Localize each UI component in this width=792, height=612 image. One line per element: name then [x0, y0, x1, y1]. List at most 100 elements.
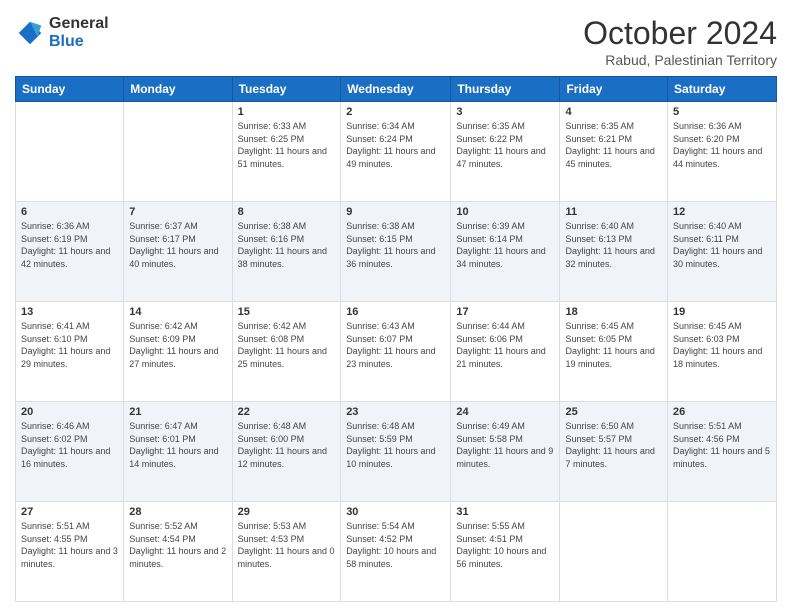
day-cell-w4-d6: 25 Sunrise: 6:50 AMSunset: 5:57 PMDaylig…: [560, 402, 668, 502]
day-cell-w3-d2: 14 Sunrise: 6:42 AMSunset: 6:09 PMDaylig…: [124, 302, 232, 402]
day-number: 18: [565, 306, 662, 318]
day-number: 3: [456, 106, 554, 118]
day-cell-w2-d2: 7 Sunrise: 6:37 AMSunset: 6:17 PMDayligh…: [124, 202, 232, 302]
day-info: Sunrise: 5:52 AMSunset: 4:54 PMDaylight:…: [129, 520, 226, 570]
day-number: 24: [456, 406, 554, 418]
logo-text: General Blue: [49, 15, 109, 50]
day-info: Sunrise: 6:48 AMSunset: 6:00 PMDaylight:…: [238, 420, 336, 470]
logo-blue-text: Blue: [49, 33, 109, 51]
day-info: Sunrise: 6:36 AMSunset: 6:20 PMDaylight:…: [673, 120, 771, 170]
day-number: 19: [673, 306, 771, 318]
day-cell-w3-d6: 18 Sunrise: 6:45 AMSunset: 6:05 PMDaylig…: [560, 302, 668, 402]
header-thursday: Thursday: [451, 77, 560, 102]
day-cell-w1-d4: 2 Sunrise: 6:34 AMSunset: 6:24 PMDayligh…: [341, 102, 451, 202]
day-cell-w1-d2: [124, 102, 232, 202]
day-cell-w4-d3: 22 Sunrise: 6:48 AMSunset: 6:00 PMDaylig…: [232, 402, 341, 502]
day-number: 16: [346, 306, 445, 318]
day-info: Sunrise: 6:35 AMSunset: 6:21 PMDaylight:…: [565, 120, 662, 170]
day-info: Sunrise: 6:34 AMSunset: 6:24 PMDaylight:…: [346, 120, 445, 170]
day-info: Sunrise: 5:54 AMSunset: 4:52 PMDaylight:…: [346, 520, 445, 570]
day-info: Sunrise: 6:36 AMSunset: 6:19 PMDaylight:…: [21, 220, 118, 270]
day-number: 7: [129, 206, 226, 218]
location: Rabud, Palestinian Territory: [583, 52, 777, 68]
day-info: Sunrise: 6:43 AMSunset: 6:07 PMDaylight:…: [346, 320, 445, 370]
day-info: Sunrise: 6:42 AMSunset: 6:09 PMDaylight:…: [129, 320, 226, 370]
day-number: 17: [456, 306, 554, 318]
week-row-5: 27 Sunrise: 5:51 AMSunset: 4:55 PMDaylig…: [16, 502, 777, 602]
day-info: Sunrise: 6:38 AMSunset: 6:15 PMDaylight:…: [346, 220, 445, 270]
day-cell-w2-d6: 11 Sunrise: 6:40 AMSunset: 6:13 PMDaylig…: [560, 202, 668, 302]
day-number: 22: [238, 406, 336, 418]
day-cell-w2-d3: 8 Sunrise: 6:38 AMSunset: 6:16 PMDayligh…: [232, 202, 341, 302]
day-info: Sunrise: 6:45 AMSunset: 6:05 PMDaylight:…: [565, 320, 662, 370]
day-cell-w3-d7: 19 Sunrise: 6:45 AMSunset: 6:03 PMDaylig…: [668, 302, 777, 402]
day-number: 25: [565, 406, 662, 418]
day-cell-w5-d5: 31 Sunrise: 5:55 AMSunset: 4:51 PMDaylig…: [451, 502, 560, 602]
logo: General Blue: [15, 15, 109, 50]
day-cell-w5-d7: [668, 502, 777, 602]
week-row-3: 13 Sunrise: 6:41 AMSunset: 6:10 PMDaylig…: [16, 302, 777, 402]
day-info: Sunrise: 6:48 AMSunset: 5:59 PMDaylight:…: [346, 420, 445, 470]
day-info: Sunrise: 5:53 AMSunset: 4:53 PMDaylight:…: [238, 520, 336, 570]
day-info: Sunrise: 6:40 AMSunset: 6:13 PMDaylight:…: [565, 220, 662, 270]
day-number: 14: [129, 306, 226, 318]
day-info: Sunrise: 6:50 AMSunset: 5:57 PMDaylight:…: [565, 420, 662, 470]
day-number: 31: [456, 506, 554, 518]
day-cell-w2-d4: 9 Sunrise: 6:38 AMSunset: 6:15 PMDayligh…: [341, 202, 451, 302]
week-row-2: 6 Sunrise: 6:36 AMSunset: 6:19 PMDayligh…: [16, 202, 777, 302]
day-cell-w2-d5: 10 Sunrise: 6:39 AMSunset: 6:14 PMDaylig…: [451, 202, 560, 302]
day-info: Sunrise: 5:51 AMSunset: 4:56 PMDaylight:…: [673, 420, 771, 470]
day-number: 15: [238, 306, 336, 318]
day-info: Sunrise: 6:40 AMSunset: 6:11 PMDaylight:…: [673, 220, 771, 270]
logo-general-text: General: [49, 15, 109, 33]
day-info: Sunrise: 6:49 AMSunset: 5:58 PMDaylight:…: [456, 420, 554, 470]
day-number: 20: [21, 406, 118, 418]
header-monday: Monday: [124, 77, 232, 102]
day-number: 21: [129, 406, 226, 418]
header-friday: Friday: [560, 77, 668, 102]
header-sunday: Sunday: [16, 77, 124, 102]
title-section: October 2024 Rabud, Palestinian Territor…: [583, 15, 777, 68]
day-cell-w2-d7: 12 Sunrise: 6:40 AMSunset: 6:11 PMDaylig…: [668, 202, 777, 302]
day-info: Sunrise: 6:41 AMSunset: 6:10 PMDaylight:…: [21, 320, 118, 370]
day-cell-w5-d6: [560, 502, 668, 602]
day-cell-w3-d4: 16 Sunrise: 6:43 AMSunset: 6:07 PMDaylig…: [341, 302, 451, 402]
day-cell-w4-d4: 23 Sunrise: 6:48 AMSunset: 5:59 PMDaylig…: [341, 402, 451, 502]
day-number: 5: [673, 106, 771, 118]
logo-icon: [15, 18, 45, 48]
day-cell-w4-d2: 21 Sunrise: 6:47 AMSunset: 6:01 PMDaylig…: [124, 402, 232, 502]
day-info: Sunrise: 6:39 AMSunset: 6:14 PMDaylight:…: [456, 220, 554, 270]
page: General Blue October 2024 Rabud, Palesti…: [0, 0, 792, 612]
day-info: Sunrise: 5:55 AMSunset: 4:51 PMDaylight:…: [456, 520, 554, 570]
day-number: 23: [346, 406, 445, 418]
day-number: 8: [238, 206, 336, 218]
day-number: 9: [346, 206, 445, 218]
day-cell-w1-d5: 3 Sunrise: 6:35 AMSunset: 6:22 PMDayligh…: [451, 102, 560, 202]
day-number: 4: [565, 106, 662, 118]
day-cell-w5-d4: 30 Sunrise: 5:54 AMSunset: 4:52 PMDaylig…: [341, 502, 451, 602]
day-info: Sunrise: 6:38 AMSunset: 6:16 PMDaylight:…: [238, 220, 336, 270]
day-number: 13: [21, 306, 118, 318]
day-info: Sunrise: 6:42 AMSunset: 6:08 PMDaylight:…: [238, 320, 336, 370]
week-row-1: 1 Sunrise: 6:33 AMSunset: 6:25 PMDayligh…: [16, 102, 777, 202]
day-cell-w3-d3: 15 Sunrise: 6:42 AMSunset: 6:08 PMDaylig…: [232, 302, 341, 402]
day-info: Sunrise: 5:51 AMSunset: 4:55 PMDaylight:…: [21, 520, 118, 570]
week-row-4: 20 Sunrise: 6:46 AMSunset: 6:02 PMDaylig…: [16, 402, 777, 502]
day-cell-w1-d6: 4 Sunrise: 6:35 AMSunset: 6:21 PMDayligh…: [560, 102, 668, 202]
day-info: Sunrise: 6:47 AMSunset: 6:01 PMDaylight:…: [129, 420, 226, 470]
day-number: 1: [238, 106, 336, 118]
day-cell-w5-d3: 29 Sunrise: 5:53 AMSunset: 4:53 PMDaylig…: [232, 502, 341, 602]
header-wednesday: Wednesday: [341, 77, 451, 102]
day-number: 10: [456, 206, 554, 218]
day-cell-w4-d5: 24 Sunrise: 6:49 AMSunset: 5:58 PMDaylig…: [451, 402, 560, 502]
day-cell-w3-d1: 13 Sunrise: 6:41 AMSunset: 6:10 PMDaylig…: [16, 302, 124, 402]
header: General Blue October 2024 Rabud, Palesti…: [15, 15, 777, 68]
day-info: Sunrise: 6:46 AMSunset: 6:02 PMDaylight:…: [21, 420, 118, 470]
header-tuesday: Tuesday: [232, 77, 341, 102]
header-saturday: Saturday: [668, 77, 777, 102]
day-number: 26: [673, 406, 771, 418]
day-cell-w5-d1: 27 Sunrise: 5:51 AMSunset: 4:55 PMDaylig…: [16, 502, 124, 602]
day-number: 12: [673, 206, 771, 218]
day-info: Sunrise: 6:45 AMSunset: 6:03 PMDaylight:…: [673, 320, 771, 370]
day-info: Sunrise: 6:35 AMSunset: 6:22 PMDaylight:…: [456, 120, 554, 170]
